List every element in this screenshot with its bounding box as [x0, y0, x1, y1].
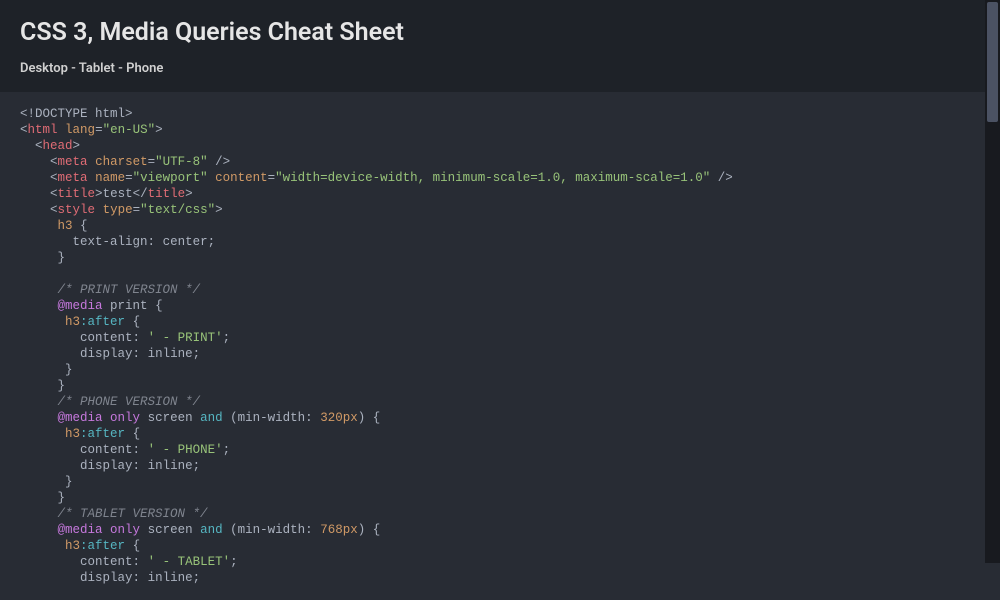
- comment-print: /* PRINT VERSION */: [58, 283, 201, 297]
- prop-content: content: [80, 331, 133, 345]
- title-text: test: [103, 187, 133, 201]
- prop-content: content: [80, 555, 133, 569]
- style-tag: style: [58, 203, 96, 217]
- prop-content: content: [80, 443, 133, 457]
- head-tag: head: [43, 139, 73, 153]
- scrollbar-track[interactable]: [985, 0, 1000, 563]
- kw-and: and: [200, 411, 223, 425]
- title-tag-close: title: [148, 187, 186, 201]
- kw-media: @media: [58, 411, 103, 425]
- kw-screen: screen: [148, 523, 193, 537]
- meta-tag: meta: [58, 155, 88, 169]
- title-tag: title: [58, 187, 96, 201]
- page-subtitle: Desktop - Tablet - Phone: [20, 61, 980, 76]
- val-print: ' - PRINT': [148, 331, 223, 345]
- prop-minwidth: min-width: [238, 523, 306, 537]
- content-val: "width=device-width, minimum-scale=1.0, …: [275, 171, 710, 185]
- pseudo-after: :after: [80, 539, 125, 553]
- val-320px: 320px: [320, 411, 358, 425]
- val-phone: ' - PHONE': [148, 443, 223, 457]
- html-tag: html: [28, 123, 58, 137]
- doctype: <!DOCTYPE html>: [20, 107, 133, 121]
- page-title: CSS 3, Media Queries Cheat Sheet: [20, 18, 980, 47]
- type-val: "text/css": [140, 203, 215, 217]
- comment-tablet: /* TABLET VERSION */: [58, 507, 208, 521]
- name-val: "viewport": [133, 171, 208, 185]
- prop-display: display: [80, 571, 133, 585]
- code-block: <!DOCTYPE html> <html lang="en-US"> <hea…: [0, 92, 1000, 600]
- val-tablet: ' - TABLET': [148, 555, 231, 569]
- kw-only: only: [110, 411, 140, 425]
- selector-h3: h3: [65, 427, 80, 441]
- kw-only: only: [110, 523, 140, 537]
- comment-phone: /* PHONE VERSION */: [58, 395, 201, 409]
- selector-h3: h3: [65, 315, 80, 329]
- meta-tag: meta: [58, 171, 88, 185]
- selector-h3: h3: [65, 539, 80, 553]
- charset-val: "UTF-8": [155, 155, 208, 169]
- val-inline: inline: [148, 571, 193, 585]
- charset-attr: charset: [95, 155, 148, 169]
- val-inline: inline: [148, 347, 193, 361]
- type-attr: type: [103, 203, 133, 217]
- val-inline: inline: [148, 459, 193, 473]
- val-center: center: [163, 235, 208, 249]
- kw-and: and: [200, 523, 223, 537]
- scrollbar-thumb[interactable]: [987, 2, 998, 122]
- pseudo-after: :after: [80, 315, 125, 329]
- prop-textalign: text-align: [73, 235, 148, 249]
- kw-media: @media: [58, 299, 103, 313]
- prop-display: display: [80, 459, 133, 473]
- val-768px: 768px: [320, 523, 358, 537]
- page-header: CSS 3, Media Queries Cheat Sheet Desktop…: [0, 0, 1000, 92]
- lang-val: "en-US": [103, 123, 156, 137]
- name-attr: name: [95, 171, 125, 185]
- prop-display: display: [80, 347, 133, 361]
- selector-h3: h3: [58, 219, 73, 233]
- content-attr: content: [215, 171, 268, 185]
- kw-print: print: [110, 299, 148, 313]
- kw-media: @media: [58, 523, 103, 537]
- pseudo-after: :after: [80, 427, 125, 441]
- lang-attr: lang: [65, 123, 95, 137]
- kw-screen: screen: [148, 411, 193, 425]
- prop-minwidth: min-width: [238, 411, 306, 425]
